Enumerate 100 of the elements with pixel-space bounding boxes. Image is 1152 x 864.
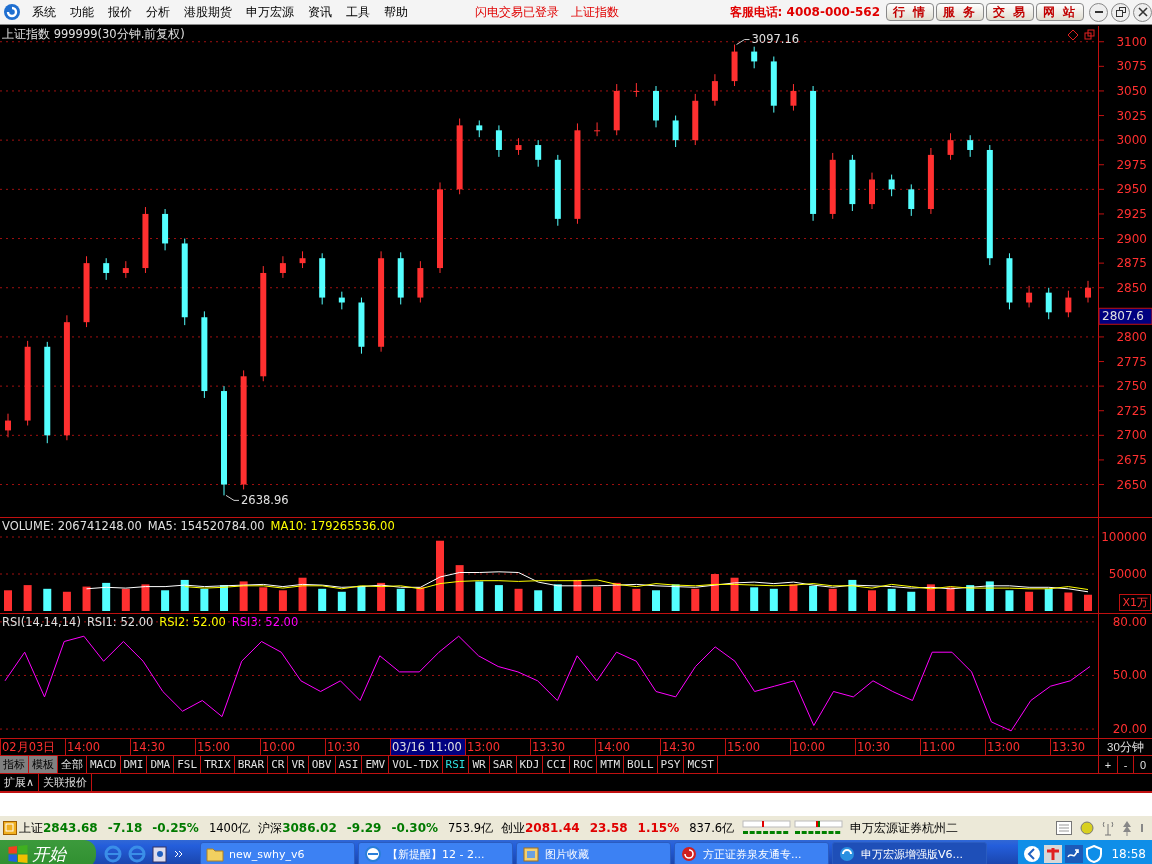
candlestick — [633, 82, 640, 98]
candlestick — [790, 83, 797, 112]
taskbar-button[interactable]: 图片收藏 — [516, 842, 671, 864]
candlestick — [672, 115, 679, 148]
indicator-tab[interactable]: ASI — [335, 756, 363, 773]
notepad-icon[interactable] — [1056, 821, 1072, 835]
browser-icon[interactable] — [128, 845, 146, 863]
volume-bar — [612, 582, 621, 611]
indicator-tab[interactable]: 模板 — [29, 756, 58, 773]
candlestick — [417, 260, 424, 303]
y-tick-label: 3050 — [1116, 83, 1147, 98]
indicator-tab[interactable]: VOL-TDX — [389, 756, 443, 773]
volume-bar — [710, 574, 719, 611]
restore-icon — [1115, 7, 1126, 17]
menu-item[interactable]: 系统 — [25, 3, 63, 21]
document-icon[interactable] — [152, 845, 168, 863]
time-label: 13:00 — [984, 739, 1050, 755]
candlestick — [927, 147, 934, 215]
candlestick — [908, 183, 915, 217]
axis-label: 20.00 — [1112, 722, 1147, 737]
volume-bar — [848, 579, 857, 611]
time-label: 13:00 — [464, 739, 530, 755]
indicator-tab[interactable]: WR — [469, 756, 490, 773]
indicator-tab[interactable]: BOLL — [624, 756, 658, 773]
indicator-tab[interactable]: MACD — [87, 756, 121, 773]
indicator-tab[interactable]: VR — [288, 756, 309, 773]
volume-bar — [828, 588, 837, 611]
candlestick — [319, 252, 326, 305]
nav-button[interactable]: 网站 — [1036, 3, 1084, 21]
volume-bar — [691, 588, 700, 611]
volume-bar — [357, 585, 366, 611]
shield-icon[interactable] — [1086, 845, 1103, 863]
menu-item[interactable]: 申万宏源 — [239, 3, 301, 21]
y-tick-label: 3075 — [1116, 59, 1147, 74]
restore-button[interactable] — [1111, 2, 1130, 22]
y-tick-label: 2675 — [1116, 452, 1147, 467]
y-tick-label: 2925 — [1116, 206, 1147, 221]
index-value: 3086.02 — [282, 821, 337, 835]
volume-bar — [455, 565, 464, 611]
tree-icon[interactable] — [1122, 820, 1132, 836]
flag-icon — [8, 845, 28, 863]
menu-item[interactable]: 港股期货 — [177, 3, 239, 21]
axis-label: 50000 — [1108, 567, 1147, 581]
volume-bar — [396, 588, 405, 611]
menu-item[interactable]: 工具 — [339, 3, 377, 21]
y-tick-label: 2850 — [1116, 280, 1147, 295]
candlestick — [142, 206, 149, 274]
volume-bar — [494, 585, 503, 611]
indicator-tab[interactable]: 指标 — [0, 756, 29, 773]
nav-button[interactable]: 服务 — [936, 3, 984, 21]
y-tick-label: 2725 — [1116, 403, 1147, 418]
antenna-icon[interactable] — [1102, 820, 1114, 836]
chart-title: 上证指数 999999(30分钟.前复权) — [2, 27, 185, 42]
volume-bar — [239, 581, 248, 611]
index-percent: -0.30% — [391, 821, 439, 835]
collapse-icon[interactable] — [1023, 845, 1042, 863]
minimize-button[interactable] — [1089, 2, 1108, 22]
y-tick-label: 2750 — [1116, 379, 1147, 394]
volume-bar — [573, 579, 582, 611]
start-button[interactable]: 开始 — [0, 840, 96, 864]
index-percent: -0.25% — [152, 821, 199, 835]
menu-item[interactable]: 帮助 — [377, 3, 415, 21]
indicator-tab[interactable]: 全部 — [58, 756, 87, 773]
y-tick-label: 2650 — [1116, 477, 1147, 492]
pin-icon[interactable] — [1140, 823, 1144, 833]
browser-icon[interactable] — [104, 845, 122, 863]
taskbar-button[interactable]: 【新提醒】12 - 2... — [358, 842, 513, 864]
indicator-tab[interactable]: MCST — [684, 756, 718, 773]
menu-item[interactable]: 资讯 — [301, 3, 339, 21]
indicator-tab[interactable]: TRIX — [201, 756, 235, 773]
menu-item[interactable]: 报价 — [101, 3, 139, 21]
indicator-reading: VOLUME: 206741248.00 — [2, 519, 142, 533]
y-tick-label: 3025 — [1116, 108, 1147, 123]
taskbar-button[interactable]: 方正证券泉友通专... — [674, 842, 829, 864]
volume-bar — [514, 588, 523, 611]
chevron-icon[interactable] — [174, 849, 184, 859]
window-icon[interactable] — [3, 821, 17, 835]
time-label: 10:00 — [260, 739, 325, 755]
close-button[interactable] — [1133, 2, 1152, 22]
volume-bar — [985, 581, 994, 611]
menu-item[interactable]: 功能 — [63, 3, 101, 21]
candlestick — [358, 297, 365, 355]
indicator-tab[interactable]: MTM — [597, 756, 625, 773]
candlestick — [476, 119, 483, 138]
volume-bar — [593, 586, 602, 611]
nav-button[interactable]: 交易 — [986, 3, 1034, 21]
medical-cross-icon[interactable] — [1044, 845, 1063, 863]
index-value: 2843.68 — [43, 821, 98, 835]
nav-button[interactable]: 行情 — [886, 3, 934, 21]
taskbar-button[interactable]: new_swhy_v6 — [200, 842, 355, 864]
menu-item[interactable]: 分析 — [139, 3, 177, 21]
coin-icon[interactable] — [1080, 821, 1094, 835]
volume-bar — [730, 577, 739, 611]
layout-toggle-icon[interactable] — [1068, 29, 1096, 41]
index-name: 上证 — [19, 819, 43, 837]
indicator-reading: MA10: 179265536.00 — [270, 519, 395, 533]
turnover-amount: 1400亿 — [208, 820, 251, 836]
taskbar-button[interactable]: 申万宏源增强版V6... — [832, 842, 987, 864]
volume-bar — [926, 584, 935, 611]
index-name: 沪深 — [258, 819, 283, 837]
